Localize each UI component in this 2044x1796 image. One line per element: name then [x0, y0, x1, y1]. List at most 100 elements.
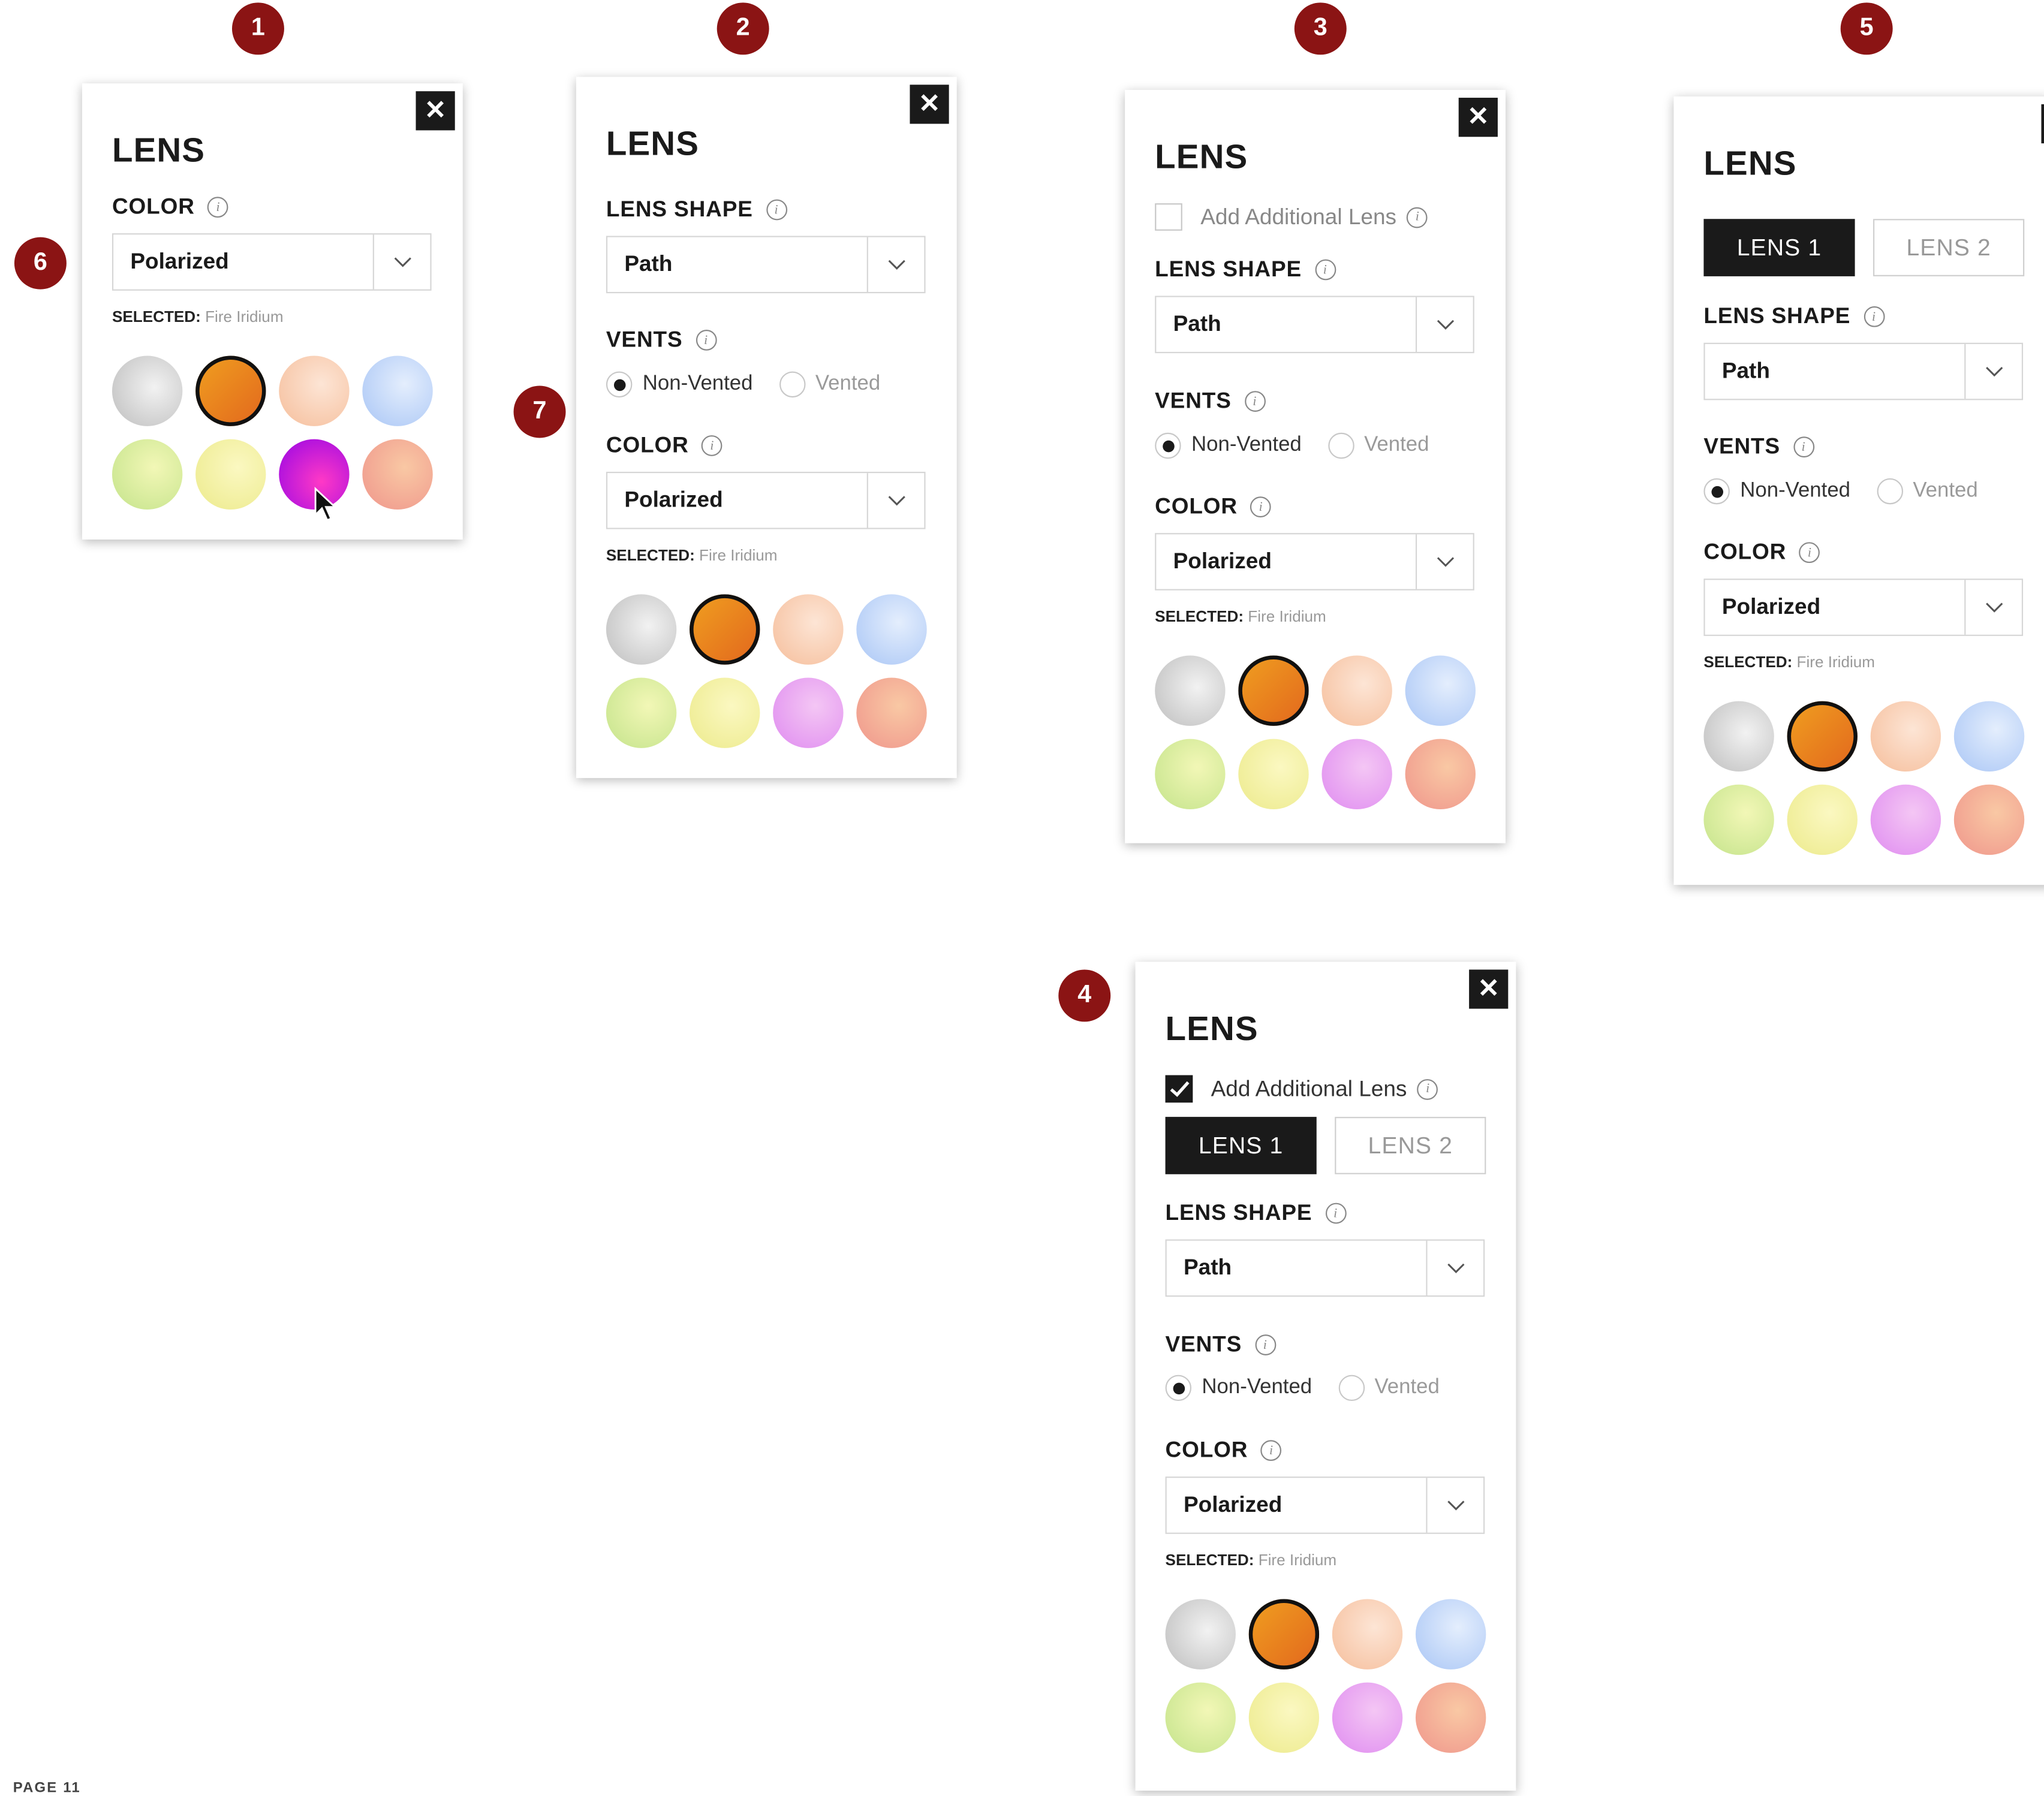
swatch-salmon[interactable] — [856, 677, 927, 748]
info-icon[interactable]: i — [1864, 306, 1885, 327]
swatch-yellow[interactable] — [690, 677, 760, 748]
selected-key: SELECTED: — [1703, 653, 1793, 671]
color-dropdown[interactable]: Polarized — [1703, 578, 2024, 636]
close-button[interactable]: ✕ — [1458, 98, 1498, 137]
info-icon[interactable]: i — [1407, 206, 1428, 228]
swatch-lime[interactable] — [1155, 739, 1226, 810]
radio-non-vented[interactable] — [1165, 1375, 1192, 1402]
add-lens-checkbox[interactable] — [1155, 203, 1182, 231]
swatch-lime[interactable] — [606, 677, 677, 748]
close-button[interactable]: ✕ — [1469, 969, 1509, 1009]
swatch-light-blue[interactable] — [362, 355, 433, 426]
info-icon[interactable]: i — [702, 435, 723, 456]
swatch-yellow[interactable] — [195, 439, 266, 510]
close-button[interactable]: ✕ — [2041, 104, 2044, 144]
info-icon[interactable]: i — [1793, 436, 1814, 458]
swatch-gray[interactable] — [606, 594, 677, 665]
swatch-salmon[interactable] — [1953, 784, 2025, 855]
swatch-orange[interactable] — [690, 594, 760, 665]
vents-label-text: VENTS — [1155, 388, 1232, 414]
info-icon[interactable]: i — [1325, 1203, 1346, 1224]
color-label-text: COLOR — [606, 432, 689, 458]
tab-lens-1[interactable]: LENS 1 — [1165, 1117, 1317, 1174]
close-button[interactable]: ✕ — [910, 85, 949, 124]
swatch-light-blue[interactable] — [1415, 1599, 1486, 1670]
swatch-gray[interactable] — [1703, 701, 1774, 772]
lens-shape-dropdown[interactable]: Path — [1155, 296, 1474, 354]
swatch-lime[interactable] — [1165, 1682, 1236, 1753]
swatch-lime[interactable] — [1703, 784, 1774, 855]
lens-shape-value: Path — [1173, 311, 1221, 336]
lens-shape-dropdown[interactable]: Path — [1165, 1239, 1485, 1297]
chevron-down-icon — [1415, 534, 1473, 589]
swatch-peach[interactable] — [1332, 1599, 1403, 1670]
info-icon[interactable]: i — [1417, 1078, 1438, 1099]
swatch-yellow[interactable] — [1238, 739, 1309, 810]
swatch-pink[interactable] — [1321, 739, 1392, 810]
info-icon[interactable]: i — [1254, 1334, 1276, 1355]
selected-color-line: SELECTED: Fire Iridium — [1166, 1551, 1337, 1569]
add-lens-checkbox[interactable] — [1165, 1075, 1193, 1103]
swatch-grid — [112, 355, 435, 522]
swatch-salmon[interactable] — [1415, 1682, 1486, 1753]
swatch-light-blue[interactable] — [1405, 655, 1476, 726]
panel-title: LENS — [1703, 143, 1797, 183]
swatch-pink[interactable] — [1332, 1682, 1403, 1753]
color-dropdown[interactable]: Polarized — [1165, 1476, 1485, 1534]
vents-label-text: VENTS — [1703, 433, 1781, 459]
info-icon[interactable]: i — [1261, 1440, 1282, 1461]
swatch-gray[interactable] — [1155, 655, 1226, 726]
swatch-gray[interactable] — [112, 355, 183, 426]
swatch-pink[interactable] — [1870, 784, 1941, 855]
swatch-pink[interactable] — [773, 677, 844, 748]
color-dropdown[interactable]: Polarized — [1155, 533, 1474, 590]
swatch-peach[interactable] — [1321, 655, 1392, 726]
info-icon[interactable]: i — [1250, 496, 1272, 518]
lens-shape-dropdown[interactable]: Path — [1703, 342, 2024, 400]
swatch-salmon[interactable] — [1405, 739, 1476, 810]
color-dropdown[interactable]: Polarized — [606, 471, 926, 529]
radio-vented-label: Vented — [815, 372, 881, 395]
info-icon[interactable]: i — [1799, 542, 1820, 563]
tab-lens-2[interactable]: LENS 2 — [1873, 219, 2025, 276]
selected-key: SELECTED: — [1155, 607, 1244, 626]
color-dropdown[interactable]: Polarized — [112, 233, 432, 291]
swatch-lime[interactable] — [112, 439, 183, 510]
selected-key: SELECTED: — [1165, 1551, 1254, 1569]
radio-vented[interactable] — [1338, 1375, 1365, 1402]
swatch-light-blue[interactable] — [856, 594, 927, 665]
swatch-gray[interactable] — [1165, 1599, 1236, 1670]
swatch-peach[interactable] — [1870, 701, 1941, 772]
selected-value: Fire Iridium — [1258, 1551, 1337, 1569]
lens-panel-4: ✕ LENS Add Additional Lens i LENS 1 LENS… — [1135, 962, 1516, 1791]
info-icon[interactable]: i — [1314, 259, 1336, 281]
tab-lens-2[interactable]: LENS 2 — [1335, 1117, 1486, 1174]
radio-non-vented[interactable] — [606, 371, 633, 398]
radio-vented[interactable] — [778, 371, 805, 398]
chevron-down-icon — [372, 234, 431, 290]
swatch-peach[interactable] — [279, 355, 350, 426]
lens-shape-dropdown[interactable]: Path — [606, 236, 926, 294]
radio-non-vented[interactable] — [1703, 478, 1730, 505]
vents-radio-group: Non-Vented Vented — [1703, 478, 1993, 505]
swatch-light-blue[interactable] — [1953, 701, 2025, 772]
swatch-orange[interactable] — [195, 355, 266, 426]
swatch-peach[interactable] — [773, 594, 844, 665]
close-button[interactable]: ✕ — [416, 91, 455, 131]
swatch-yellow[interactable] — [1787, 784, 1858, 855]
lens-shape-value: Path — [1183, 1255, 1232, 1280]
swatch-grid — [1703, 701, 2027, 855]
radio-vented[interactable] — [1876, 478, 1902, 505]
radio-vented[interactable] — [1327, 432, 1354, 459]
swatch-orange[interactable] — [1787, 701, 1858, 772]
tab-lens-1[interactable]: LENS 1 — [1703, 219, 1855, 276]
info-icon[interactable]: i — [1244, 391, 1266, 412]
swatch-orange[interactable] — [1248, 1599, 1320, 1670]
radio-non-vented[interactable] — [1155, 432, 1181, 459]
info-icon[interactable]: i — [207, 197, 229, 218]
info-icon[interactable]: i — [766, 199, 787, 221]
info-icon[interactable]: i — [696, 330, 717, 351]
swatch-salmon[interactable] — [362, 439, 433, 510]
swatch-yellow[interactable] — [1248, 1682, 1320, 1753]
swatch-orange[interactable] — [1238, 655, 1309, 726]
